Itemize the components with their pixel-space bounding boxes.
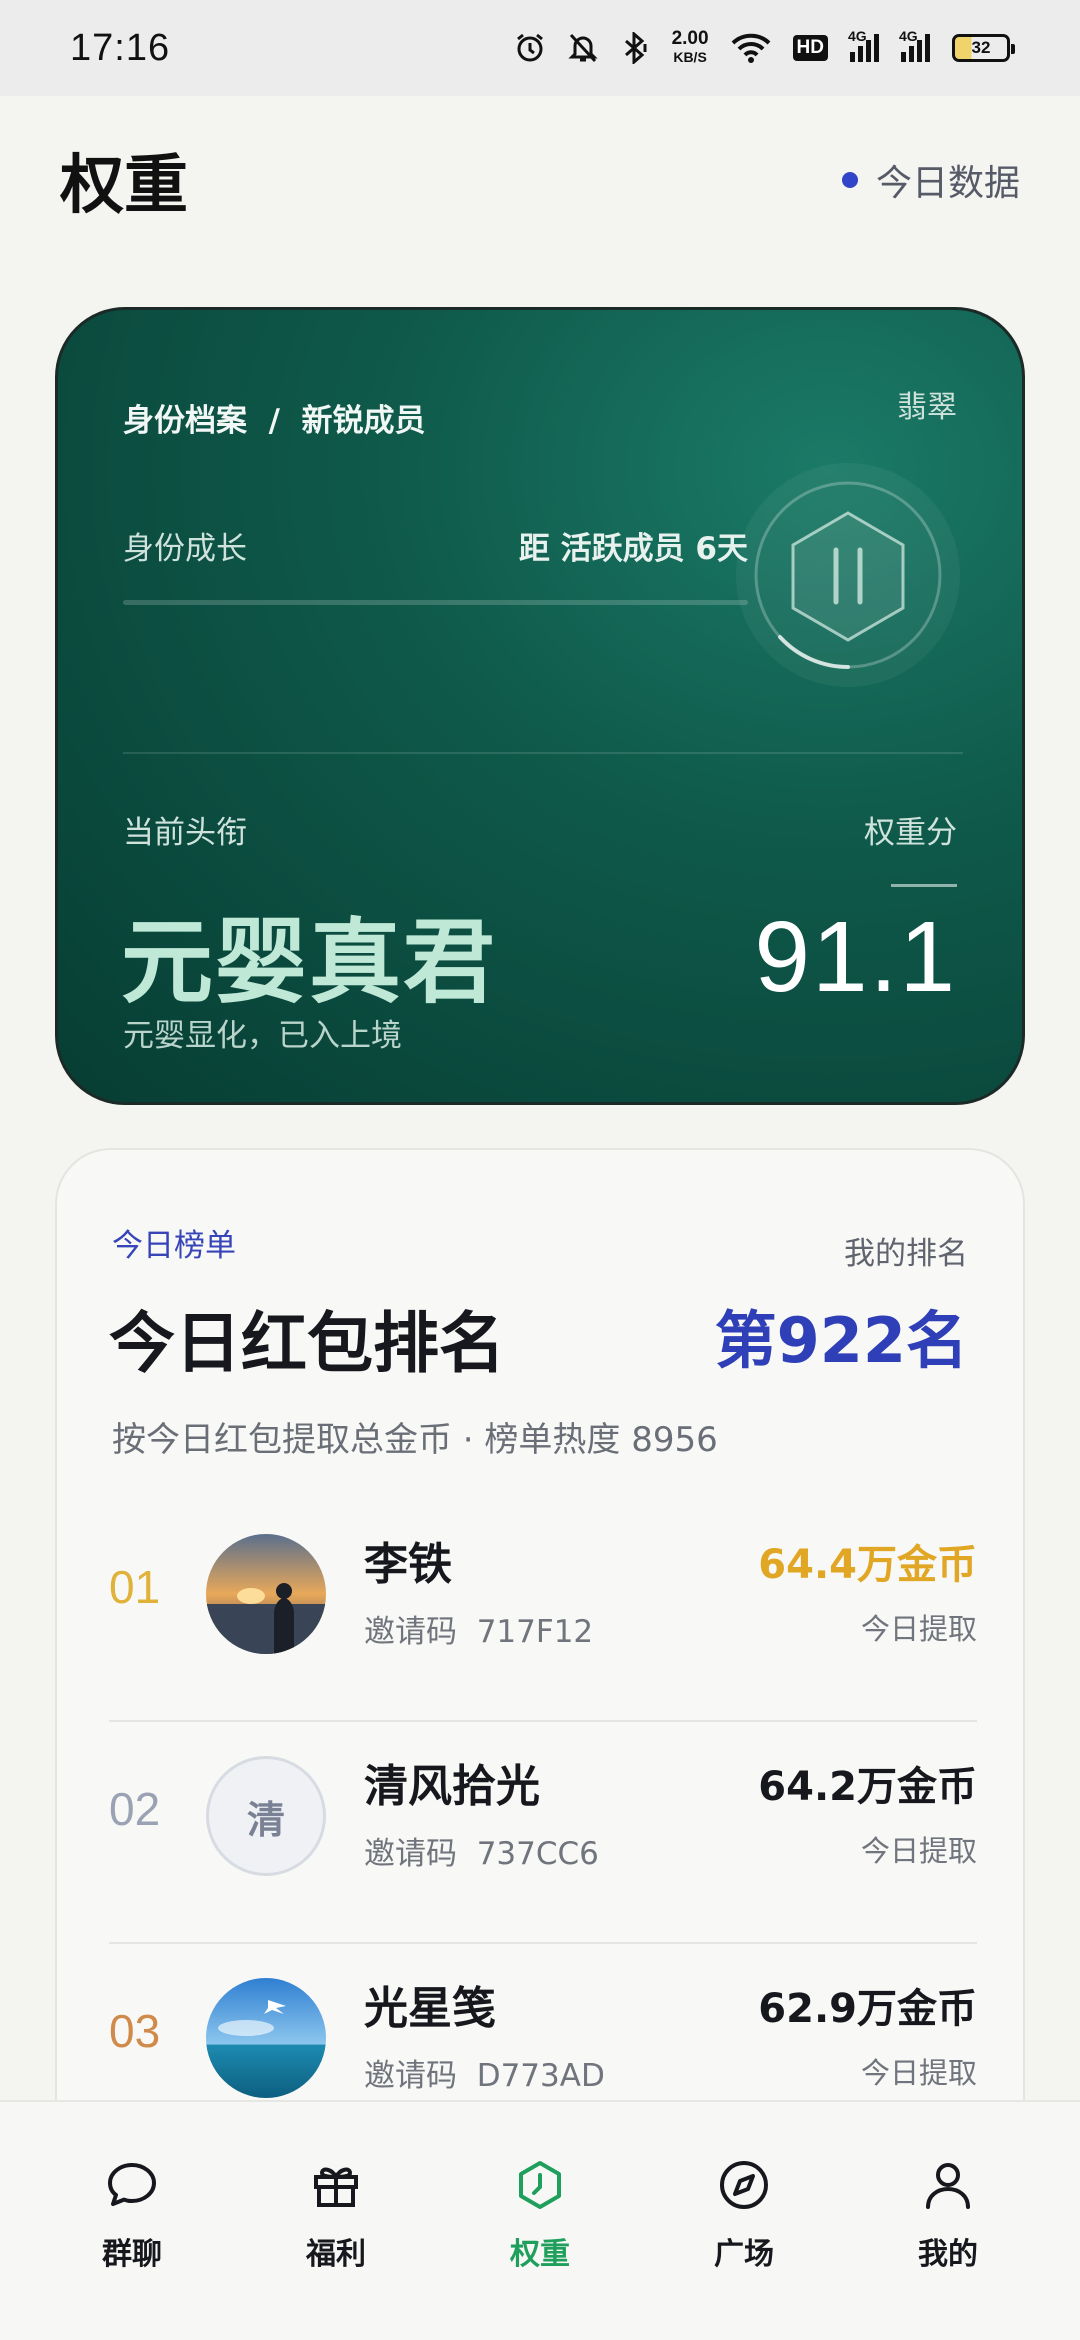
ranking-row[interactable]: 01 李铁 邀请码 717F12 64.4万金币 今日提取 bbox=[109, 1500, 977, 1722]
coin-note: 今日提取 bbox=[860, 1612, 977, 1646]
title-description: 元婴显化，已入上境 bbox=[123, 1018, 402, 1054]
score-underline bbox=[891, 884, 957, 887]
compass-icon bbox=[720, 2161, 768, 2209]
ranking-kicker: 今日榜单 bbox=[112, 1228, 236, 1264]
net-speed-value: 2.00 bbox=[671, 28, 709, 49]
score-label: 权重分 bbox=[864, 815, 957, 851]
identity-card[interactable]: 身份档案 / 新锐成员 翡翠 身份成长 距 活跃成员 6天 当前头衔 权重分 元… bbox=[55, 307, 1025, 1105]
user-name: 清风拾光 bbox=[364, 1761, 540, 1812]
avatar[interactable]: 清 bbox=[206, 1756, 326, 1876]
grade-label: 翡翠 bbox=[897, 390, 957, 425]
rank-number: 03 bbox=[109, 2005, 161, 2057]
dot-icon bbox=[841, 172, 858, 188]
user-name: 李铁 bbox=[364, 1539, 452, 1590]
tab-square[interactable]: 广场 bbox=[674, 2157, 814, 2340]
my-rank[interactable]: 第922名 bbox=[715, 1290, 968, 1380]
alarm-icon bbox=[516, 33, 543, 62]
current-title-label: 当前头衔 bbox=[123, 815, 247, 851]
ranking-subtitle: 按今日红包提取总金币 · 榜单热度 8956 bbox=[112, 1420, 718, 1460]
tab-weight[interactable]: 权重 bbox=[470, 2157, 610, 2340]
hd-icon: HD bbox=[792, 35, 828, 61]
coin-amount: 62.9万金币 bbox=[758, 1986, 977, 2032]
rank-number: 02 bbox=[109, 1783, 161, 1835]
avatar-initial: 清 bbox=[246, 1797, 285, 1842]
tab-me[interactable]: 我的 bbox=[878, 2157, 1018, 2340]
current-title: 元婴真君 bbox=[121, 909, 498, 1016]
today-data-button[interactable]: 今日数据 bbox=[841, 154, 1020, 206]
mute-bell-icon bbox=[567, 33, 598, 63]
net-speed: 2.00 KB/S bbox=[671, 28, 709, 66]
signal-2-label: 4G bbox=[899, 28, 918, 44]
invite-code: 邀请码 737CC6 bbox=[364, 1836, 599, 1872]
net-speed-unit: KB/S bbox=[673, 49, 707, 65]
tab-label: 福利 bbox=[306, 2237, 366, 2272]
tab-label: 群聊 bbox=[102, 2237, 162, 2272]
signal-1-icon: 4G bbox=[848, 28, 879, 62]
status-bar: 17:16 2.00 KB/S HD 4G 4G 32 bbox=[0, 0, 1080, 96]
chat-bubble-icon bbox=[108, 2163, 156, 2206]
status-time: 17:16 bbox=[70, 26, 171, 69]
battery-icon: 32 bbox=[952, 34, 1015, 62]
wifi-icon bbox=[731, 33, 770, 63]
my-rank-label: 我的排名 bbox=[844, 1236, 968, 1272]
tab-label: 我的 bbox=[918, 2237, 978, 2272]
tab-chat[interactable]: 群聊 bbox=[62, 2157, 202, 2340]
coin-amount: 64.2万金币 bbox=[758, 1764, 977, 1810]
rank-badge-icon bbox=[736, 463, 960, 687]
gift-icon bbox=[314, 2167, 358, 2207]
weight-score: 91.1 bbox=[754, 901, 957, 1013]
bottom-tab-bar: 群聊 福利 权重 广场 我的 bbox=[0, 2100, 1080, 2340]
invite-code: 邀请码 D773AD bbox=[364, 2058, 605, 2094]
ranking-row[interactable]: 02 清 清风拾光 邀请码 737CC6 64.2万金币 今日提取 bbox=[109, 1722, 977, 1944]
coin-note: 今日提取 bbox=[860, 1834, 977, 1868]
bluetooth-icon bbox=[624, 32, 647, 64]
ranking-title: 今日红包排名 bbox=[109, 1305, 505, 1382]
page-header: 权重 今日数据 bbox=[60, 140, 1020, 223]
tab-label: 广场 bbox=[714, 2237, 774, 2272]
growth-label: 身份成长 bbox=[123, 531, 247, 567]
battery-level: 32 bbox=[971, 38, 991, 57]
page-title: 权重 bbox=[60, 149, 188, 223]
coin-amount: 64.4万金币 bbox=[758, 1542, 977, 1588]
card-divider bbox=[123, 752, 963, 754]
seascape-photo-avatar bbox=[206, 1978, 326, 2098]
sunset-photo-avatar bbox=[206, 1534, 326, 1654]
signal-2-icon: 4G bbox=[899, 28, 930, 62]
today-data-label: 今日数据 bbox=[875, 163, 1020, 204]
avatar[interactable] bbox=[206, 1534, 326, 1654]
rank-number: 01 bbox=[109, 1561, 161, 1613]
signal-1-label: 4G bbox=[848, 28, 867, 44]
identity-breadcrumb: 身份档案 / 新锐成员 bbox=[123, 403, 426, 439]
growth-distance: 距 活跃成员 6天 bbox=[518, 531, 748, 567]
tab-welfare[interactable]: 福利 bbox=[266, 2157, 406, 2340]
status-icons: 2.00 KB/S HD 4G 4G 32 bbox=[514, 28, 1015, 66]
invite-code: 邀请码 717F12 bbox=[364, 1614, 594, 1650]
tab-label: 权重 bbox=[510, 2237, 570, 2272]
avatar[interactable] bbox=[206, 1978, 326, 2098]
weight-hexagon-icon bbox=[519, 2161, 561, 2209]
user-name: 光星笺 bbox=[364, 1983, 496, 2034]
person-icon bbox=[926, 2163, 970, 2209]
growth-progress-bar bbox=[123, 600, 748, 605]
coin-note: 今日提取 bbox=[860, 2056, 977, 2090]
